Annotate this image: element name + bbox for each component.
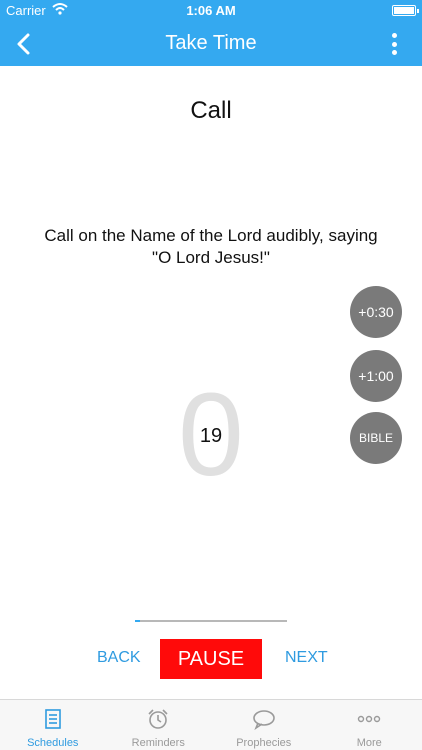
alarm-clock-icon bbox=[148, 709, 168, 729]
more-dots-icon bbox=[358, 715, 381, 723]
step-title: Call bbox=[190, 97, 232, 124]
nav-title: Take Time bbox=[165, 32, 257, 54]
speech-bubble-icon bbox=[252, 710, 275, 730]
tab-label: Prophecies bbox=[236, 737, 292, 749]
status-time: 1:06 AM bbox=[186, 3, 236, 18]
instruction-line-1: Call on the Name of the Lord audibly, sa… bbox=[44, 226, 378, 245]
tab-prophecies[interactable]: Prophecies bbox=[211, 700, 317, 750]
tab-reminders[interactable]: Reminders bbox=[106, 700, 212, 750]
progress-fill bbox=[135, 620, 140, 622]
tab-label: Reminders bbox=[131, 737, 185, 749]
tab-label: More bbox=[356, 737, 382, 749]
next-button[interactable]: NEXT bbox=[285, 649, 328, 667]
tab-label: Schedules bbox=[27, 737, 79, 749]
progress-bar bbox=[135, 620, 287, 622]
nav-bar: Take Time bbox=[0, 22, 422, 66]
step-instruction: Call on the Name of the Lord audibly, sa… bbox=[20, 225, 402, 269]
back-button[interactable]: BACK bbox=[97, 649, 141, 667]
more-menu-icon[interactable] bbox=[390, 33, 398, 55]
add-30-seconds-button[interactable]: +0:30 bbox=[350, 286, 402, 338]
instruction-line-2: "O Lord Jesus!" bbox=[152, 248, 270, 267]
status-bar: Carrier 1:06 AM bbox=[0, 0, 422, 22]
list-icon bbox=[44, 709, 61, 729]
pause-button[interactable]: PAUSE bbox=[160, 639, 262, 679]
tab-schedules[interactable]: Schedules bbox=[0, 700, 106, 750]
battery-icon bbox=[392, 5, 419, 16]
bible-button[interactable]: BIBLE bbox=[350, 412, 402, 464]
tab-more[interactable]: More bbox=[317, 700, 422, 750]
timer-seconds: 19 bbox=[199, 425, 223, 447]
tab-bar: Schedules Reminders Prophecies More bbox=[0, 699, 422, 750]
add-1-minute-button[interactable]: +1:00 bbox=[350, 350, 402, 402]
